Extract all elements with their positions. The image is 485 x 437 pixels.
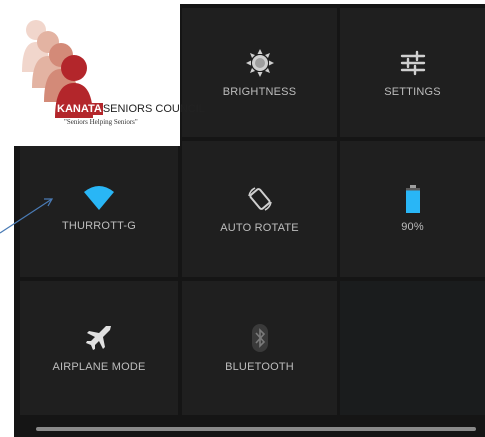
tile-auto-rotate[interactable]: AUTO ROTATE (182, 141, 337, 277)
tile-airplane-mode[interactable]: AIRPLANE MODE (20, 281, 178, 415)
wifi-icon (84, 186, 114, 210)
logo-tagline: "Seniors Helping Seniors" (64, 118, 138, 126)
horizontal-scrollbar[interactable] (36, 427, 476, 431)
logo-wordmark: KANATASENIORS COUNCIL (56, 103, 205, 115)
tile-label: AIRPLANE MODE (52, 361, 146, 373)
bluetooth-icon (251, 324, 268, 352)
tile-brightness[interactable]: BRIGHTNESS (182, 8, 337, 137)
tile-label: 90% (401, 221, 424, 233)
seniors-figures-icon (22, 20, 93, 118)
tile-label: BLUETOOTH (225, 361, 294, 373)
battery-icon (405, 185, 420, 213)
tile-label: THURROTT-G (61, 220, 137, 232)
tile-empty (340, 281, 485, 415)
airplane-icon (86, 326, 111, 350)
annotation-arrow (0, 198, 54, 234)
kanata-seniors-council-logo: KANATASENIORS COUNCIL "Seniors Helping S… (0, 0, 205, 146)
tile-bluetooth[interactable]: BLUETOOTH (182, 281, 337, 415)
tile-battery[interactable]: 90% (340, 141, 485, 277)
tile-settings[interactable]: SETTINGS (340, 8, 485, 137)
brightness-icon (245, 48, 274, 77)
tile-label: AUTO ROTATE (220, 222, 299, 234)
auto-rotate-icon (247, 187, 272, 211)
tile-label: BRIGHTNESS (222, 85, 297, 98)
settings-sliders-icon (400, 50, 425, 75)
tile-label: SETTINGS (384, 85, 441, 98)
